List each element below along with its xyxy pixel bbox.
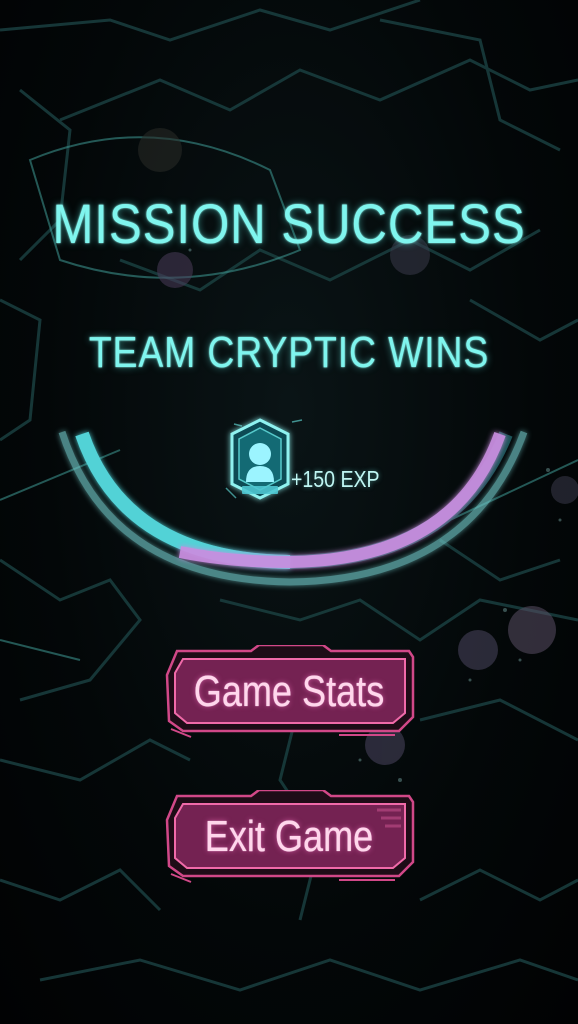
exit-game-button[interactable]: Exit Game bbox=[163, 790, 415, 884]
game-stats-label: Game Stats bbox=[193, 667, 385, 716]
exit-game-label: Exit Game bbox=[204, 812, 374, 861]
winning-team-subtitle: TEAM CRYPTIC WINS bbox=[88, 328, 490, 377]
game-stats-button[interactable]: Game Stats bbox=[163, 645, 415, 739]
exp-reward-panel bbox=[58, 418, 528, 586]
mission-title: MISSION SUCCESS bbox=[52, 192, 526, 255]
exp-reward-label: +150 EXP bbox=[291, 466, 380, 492]
game-screen: MISSION SUCCESS TEAM CRYPTIC WINS +150 E… bbox=[0, 0, 578, 1024]
exp-progress-gain bbox=[178, 431, 506, 569]
